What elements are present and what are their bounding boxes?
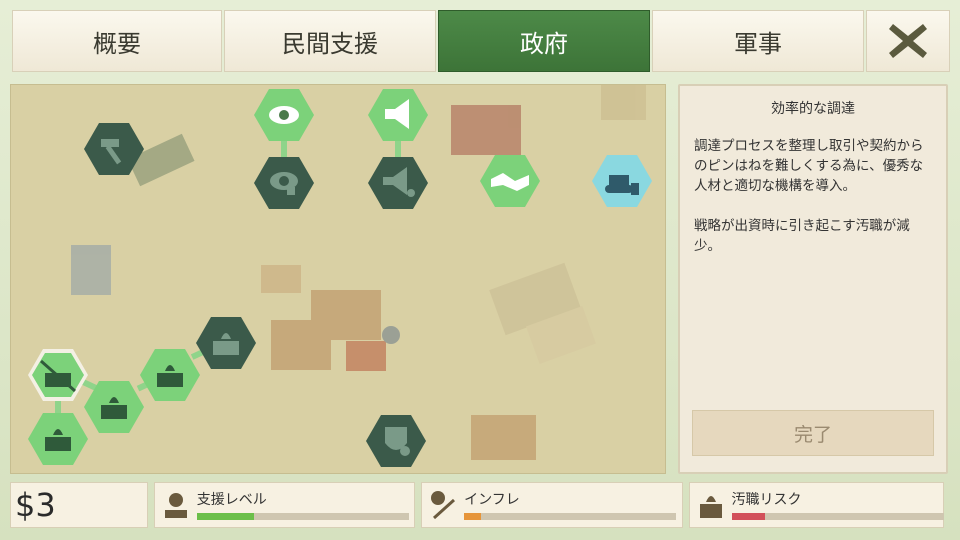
burning-money-2-icon bbox=[84, 381, 144, 433]
meter-label: 汚職リスク bbox=[731, 492, 802, 508]
x-icon bbox=[889, 24, 927, 58]
meter-fill bbox=[196, 513, 254, 520]
close-button[interactable] bbox=[866, 10, 950, 72]
meter-fill bbox=[731, 513, 766, 520]
upgrade-node-shield-money[interactable] bbox=[365, 413, 427, 469]
megaphone-star-icon bbox=[368, 157, 428, 209]
tab-government[interactable]: 政府 bbox=[438, 10, 650, 72]
tab-bar: 概要 民間支援 政府 軍事 bbox=[12, 10, 950, 72]
handshake-icon bbox=[480, 155, 540, 207]
corruption-risk-meter: 汚職リスク bbox=[688, 482, 944, 528]
upgrade-map bbox=[10, 84, 666, 474]
game-screen: 概要 民間支援 政府 軍事 効率的な調達 調達プロセスを整理し取引や契約からのピ… bbox=[0, 0, 960, 540]
corruption-icon bbox=[699, 496, 722, 518]
upgrade-info-panel: 効率的な調達 調達プロセスを整理し取引や契約からのピンはねを難しくする為に、優秀… bbox=[678, 84, 948, 474]
meter-track bbox=[731, 513, 944, 520]
upgrade-node-megaphone-star[interactable] bbox=[367, 155, 429, 211]
burning-money-1-icon bbox=[28, 413, 88, 465]
upgrade-node-burning-money-2[interactable] bbox=[83, 379, 145, 435]
meter-fill bbox=[464, 513, 482, 520]
upgrade-node-eye-lock[interactable] bbox=[253, 155, 315, 211]
megaphone-icon bbox=[368, 89, 428, 141]
meter-label: インフレ bbox=[464, 492, 520, 508]
support-level-meter: 支援レベル bbox=[153, 482, 416, 528]
meter-track bbox=[196, 513, 409, 520]
upgrade-node-handshake[interactable] bbox=[479, 153, 541, 209]
burning-money-crossed-icon bbox=[28, 349, 88, 401]
money-display: $3 bbox=[10, 482, 148, 528]
support-icon bbox=[164, 493, 187, 518]
inflation-meter: インフレ bbox=[421, 482, 683, 528]
tab-civil-support[interactable]: 民間支援 bbox=[224, 10, 436, 72]
shield-money-icon bbox=[366, 415, 426, 467]
upgrade-node-burning-money-crossed[interactable] bbox=[27, 347, 89, 403]
eye-lock-icon bbox=[254, 157, 314, 209]
meter-track bbox=[464, 513, 677, 520]
upgrade-description: 調達プロセスを整理し取引や契約からのピンはねを難しくする為に、優秀な人材と適切な… bbox=[694, 138, 924, 254]
upgrade-node-bulldozer[interactable] bbox=[591, 153, 653, 209]
bulldozer-icon bbox=[592, 155, 652, 207]
inflation-icon bbox=[431, 491, 456, 520]
upgrade-node-megaphone[interactable] bbox=[367, 87, 429, 143]
eye-icon bbox=[254, 89, 314, 141]
burning-money-3-icon bbox=[140, 349, 200, 401]
upgrade-node-burning-money-3[interactable] bbox=[139, 347, 201, 403]
upgrade-node-burning-money-1[interactable] bbox=[27, 411, 89, 467]
upgrade-node-hammer[interactable] bbox=[83, 121, 145, 177]
meter-label: 支援レベル bbox=[196, 492, 267, 508]
upgrade-title: 効率的な調達 bbox=[771, 101, 855, 117]
upgrade-node-eye[interactable] bbox=[253, 87, 315, 143]
status-bar: $3 支援レベル インフレ 汚職リスク bbox=[10, 482, 944, 528]
tab-overview[interactable]: 概要 bbox=[12, 10, 222, 72]
burning-money-4-icon bbox=[196, 317, 256, 369]
upgrade-node-burning-money-4[interactable] bbox=[195, 315, 257, 371]
done-button[interactable]: 完了 bbox=[692, 410, 934, 456]
tab-military[interactable]: 軍事 bbox=[652, 10, 864, 72]
hammer-icon bbox=[84, 123, 144, 175]
